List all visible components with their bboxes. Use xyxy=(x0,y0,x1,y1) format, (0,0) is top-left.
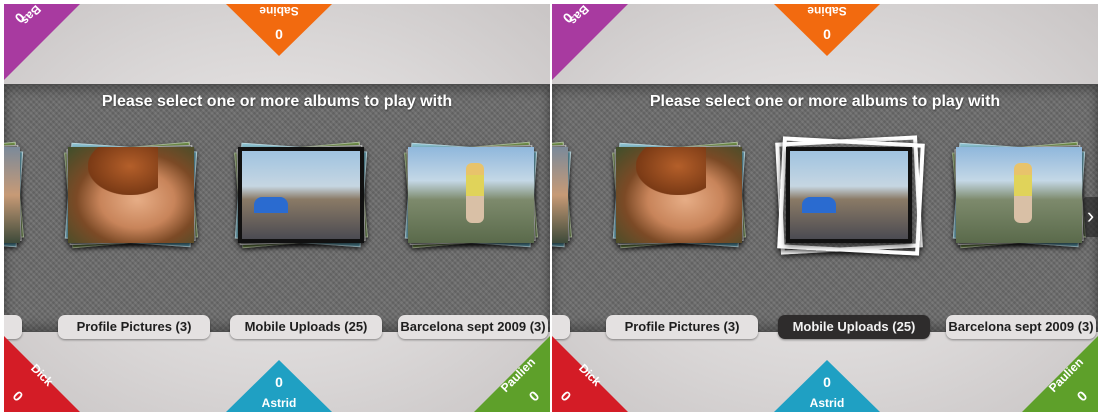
player-name-sabine: Sabine xyxy=(807,4,847,18)
player-name-astrid: Astrid xyxy=(261,396,297,410)
album-cover-image xyxy=(956,147,1082,243)
player-name-astrid: Astrid xyxy=(809,396,845,410)
album-cover-image xyxy=(238,147,364,243)
player-name-sabine: Sabine xyxy=(259,4,299,18)
next-albums-arrow-icon[interactable]: › xyxy=(1083,197,1098,237)
game-screen-after-selection: Bas 0 Sabine 0 Please select one or more… xyxy=(552,4,1098,412)
album-label: Profile Pictures (3) xyxy=(606,315,758,339)
album-mobile-uploads-selected[interactable]: Mobile Uploads (25) xyxy=(775,135,930,339)
album-label-selected: Mobile Uploads (25) xyxy=(778,315,930,339)
select-albums-prompt: Please select one or more albums to play… xyxy=(649,93,1001,110)
game-screen-before-selection: Bas 0 Sabine 0 Please select one or more… xyxy=(4,4,550,412)
album-selection-band: Please select one or more albums to play… xyxy=(4,84,550,339)
player-score-astrid: 0 xyxy=(823,374,831,390)
album-cover-image xyxy=(68,147,194,243)
album-cover-image xyxy=(408,147,534,243)
album-profile-pictures[interactable]: Profile Pictures (3) xyxy=(606,137,758,339)
album-profile-pictures[interactable]: Profile Pictures (3) xyxy=(58,137,210,339)
album-partial[interactable] xyxy=(4,137,36,339)
player-score-sabine: 0 xyxy=(823,26,831,42)
player-score-astrid: 0 xyxy=(275,374,283,390)
album-label: Profile Pictures (3) xyxy=(58,315,210,339)
player-score-sabine: 0 xyxy=(275,26,283,42)
album-mobile-uploads[interactable]: Mobile Uploads (25) xyxy=(230,137,382,339)
album-label: Mobile Uploads (25) xyxy=(230,315,382,339)
select-albums-prompt: Please select one or more albums to play… xyxy=(101,93,453,110)
album-cover-image xyxy=(4,147,20,243)
album-selection-band: Please select one or more albums to play… xyxy=(552,84,1098,339)
album-cover-image xyxy=(552,147,568,243)
album-cover-image xyxy=(616,147,742,243)
album-cover-image xyxy=(786,147,912,243)
album-barcelona[interactable]: Barcelona sept 2009 (3) xyxy=(398,137,550,339)
album-partial[interactable] xyxy=(552,137,584,339)
album-barcelona[interactable]: Barcelona sept 2009 (3) xyxy=(946,137,1098,339)
